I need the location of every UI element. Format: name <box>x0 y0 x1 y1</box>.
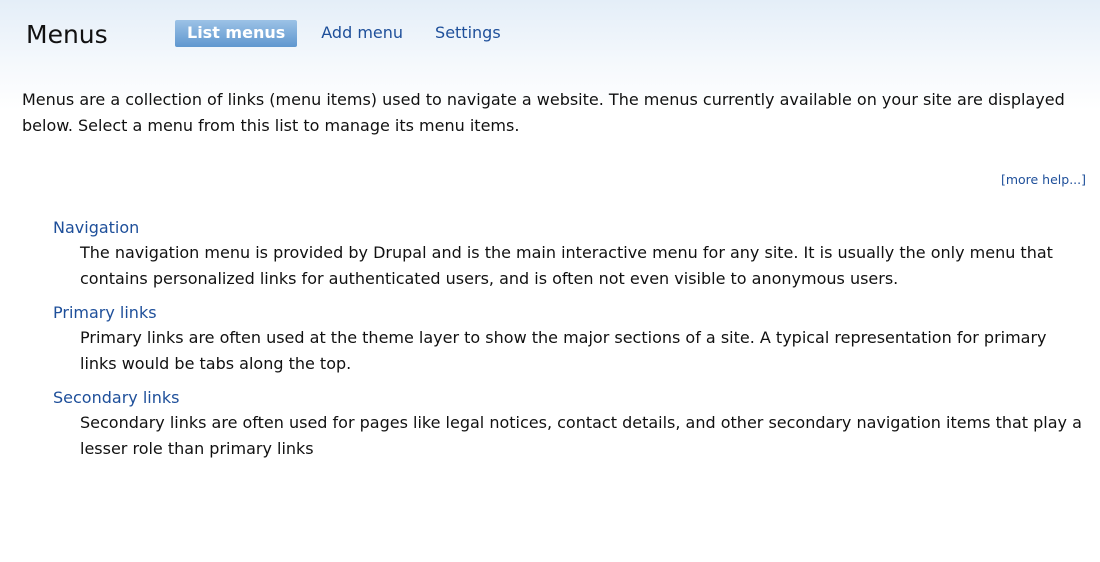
menu-list: Navigation The navigation menu is provid… <box>53 216 1088 471</box>
page-title: Menus <box>26 20 108 49</box>
tab-add-menu[interactable]: Add menu <box>309 20 415 47</box>
tab-settings[interactable]: Settings <box>423 20 513 47</box>
menus-page: Menus List menus Add menu Settings Menus… <box>0 0 1100 562</box>
tab-bar: List menus Add menu Settings <box>175 20 521 47</box>
list-item: Primary links Primary links are often us… <box>53 301 1088 377</box>
menu-description: The navigation menu is provided by Drupa… <box>80 243 1053 288</box>
tab-list-menus[interactable]: List menus <box>175 20 298 47</box>
menu-link-navigation[interactable]: Navigation <box>53 216 139 240</box>
list-item: Secondary links Secondary links are ofte… <box>53 386 1088 462</box>
menu-description: Primary links are often used at the them… <box>80 328 1047 373</box>
intro-text: Menus are a collection of links (menu it… <box>22 90 1065 135</box>
more-help-link[interactable]: [more help...] <box>1001 172 1086 187</box>
menu-description: Secondary links are often used for pages… <box>80 413 1082 458</box>
page-header: Menus List menus Add menu Settings <box>0 0 1100 64</box>
list-item: Navigation The navigation menu is provid… <box>53 216 1088 292</box>
menu-link-primary-links[interactable]: Primary links <box>53 301 157 325</box>
menu-link-secondary-links[interactable]: Secondary links <box>53 386 179 410</box>
